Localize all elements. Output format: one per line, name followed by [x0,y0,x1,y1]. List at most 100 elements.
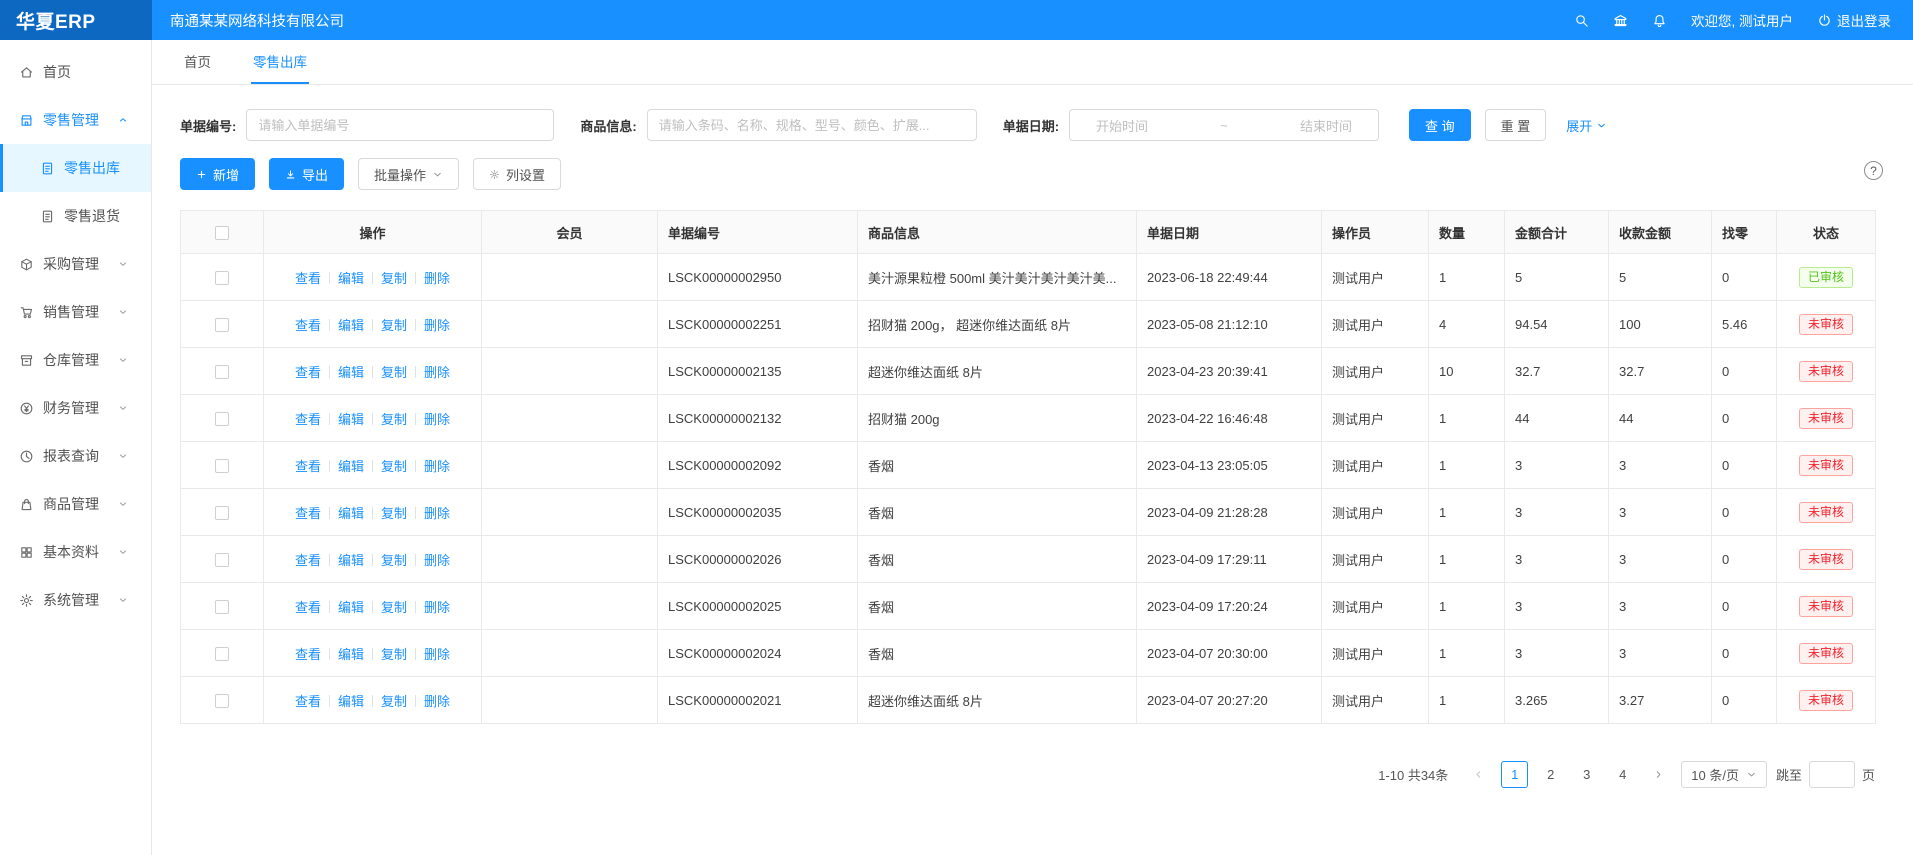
row-action-view[interactable]: 查看 [295,694,321,709]
row-checkbox[interactable] [215,553,229,567]
row-action-edit[interactable]: 编辑 [338,459,364,474]
sidebar-item-retail[interactable]: 零售管理 [0,96,151,144]
sidebar-item-report[interactable]: 报表查询 [0,432,151,480]
action-separator [329,554,330,566]
row-action-view[interactable]: 查看 [295,412,321,427]
sidebar-item-sales[interactable]: 销售管理 [0,288,151,336]
action-separator [372,460,373,472]
batch-actions-button[interactable]: 批量操作 [358,158,459,190]
row-checkbox[interactable] [215,459,229,473]
action-separator [415,366,416,378]
row-action-copy[interactable]: 复制 [381,506,407,521]
row-checkbox[interactable] [215,694,229,708]
tab-home[interactable]: 首页 [182,40,213,84]
export-button[interactable]: 导出 [269,158,344,190]
row-action-view[interactable]: 查看 [295,271,321,286]
row-checkbox[interactable] [215,318,229,332]
date-range-picker[interactable]: 开始时间 ~ 结束时间 [1069,109,1379,141]
row-action-copy[interactable]: 复制 [381,412,407,427]
sidebar-item-goods[interactable]: 商品管理 [0,480,151,528]
cell-date: 2023-04-09 17:20:24 [1137,583,1322,630]
page-button-2[interactable]: 2 [1537,761,1564,788]
row-action-copy[interactable]: 复制 [381,600,407,615]
page-button-1[interactable]: 1 [1501,761,1528,788]
help-icon[interactable]: ? [1864,161,1883,180]
row-action-copy[interactable]: 复制 [381,318,407,333]
prev-page-button[interactable] [1465,761,1492,788]
row-action-delete[interactable]: 删除 [424,271,450,286]
bank-icon[interactable] [1613,13,1628,28]
column-header: 收款金额 [1609,211,1712,254]
column-header: 操作员 [1322,211,1429,254]
logout-button[interactable]: 退出登录 [1817,10,1891,30]
row-action-edit[interactable]: 编辑 [338,506,364,521]
warehouse-icon [19,353,34,368]
row-action-delete[interactable]: 删除 [424,459,450,474]
page-size-select[interactable]: 10 条/页 [1681,761,1767,788]
reset-button[interactable]: 重 置 [1485,109,1547,141]
row-action-copy[interactable]: 复制 [381,271,407,286]
welcome-user[interactable]: 欢迎您, 测试用户 [1691,10,1793,30]
row-action-edit[interactable]: 编辑 [338,600,364,615]
sidebar-item-basic[interactable]: 基本资料 [0,528,151,576]
sidebar-item-warehouse[interactable]: 仓库管理 [0,336,151,384]
row-checkbox[interactable] [215,506,229,520]
sidebar-item-home[interactable]: 首页 [0,48,151,96]
row-action-view[interactable]: 查看 [295,553,321,568]
row-checkbox[interactable] [215,365,229,379]
add-button[interactable]: 新增 [180,158,255,190]
sidebar-item-retail-return[interactable]: 零售退货 [0,192,151,240]
row-checkbox[interactable] [215,412,229,426]
row-action-delete[interactable]: 删除 [424,412,450,427]
row-action-copy[interactable]: 复制 [381,694,407,709]
row-action-edit[interactable]: 编辑 [338,271,364,286]
search-button[interactable]: 查 询 [1409,109,1471,141]
row-checkbox[interactable] [215,600,229,614]
row-action-copy[interactable]: 复制 [381,553,407,568]
sidebar-item-retail-outbound[interactable]: 零售出库 [0,144,151,192]
row-action-edit[interactable]: 编辑 [338,412,364,427]
action-separator [372,413,373,425]
row-action-delete[interactable]: 删除 [424,318,450,333]
row-action-view[interactable]: 查看 [295,506,321,521]
next-page-button[interactable] [1645,761,1672,788]
cell-date: 2023-04-09 17:29:11 [1137,536,1322,583]
row-checkbox[interactable] [215,647,229,661]
row-action-delete[interactable]: 删除 [424,600,450,615]
sidebar-item-finance[interactable]: 财务管理 [0,384,151,432]
row-action-delete[interactable]: 删除 [424,365,450,380]
search-icon[interactable] [1574,13,1589,28]
sidebar-item-purchase[interactable]: 采购管理 [0,240,151,288]
action-separator [415,695,416,707]
row-action-delete[interactable]: 删除 [424,506,450,521]
row-checkbox[interactable] [215,271,229,285]
jump-page-input[interactable] [1809,761,1855,788]
row-action-view[interactable]: 查看 [295,365,321,380]
row-action-edit[interactable]: 编辑 [338,318,364,333]
page-button-3[interactable]: 3 [1573,761,1600,788]
row-action-edit[interactable]: 编辑 [338,694,364,709]
row-action-delete[interactable]: 删除 [424,553,450,568]
sidebar-item-system[interactable]: 系统管理 [0,576,151,624]
doc-no-input[interactable] [246,109,554,141]
bell-icon[interactable] [1652,13,1667,28]
select-all-checkbox[interactable] [215,226,229,240]
row-action-copy[interactable]: 复制 [381,647,407,662]
row-action-edit[interactable]: 编辑 [338,647,364,662]
row-action-view[interactable]: 查看 [295,647,321,662]
row-action-edit[interactable]: 编辑 [338,365,364,380]
column-settings-button[interactable]: 列设置 [473,158,561,190]
row-action-copy[interactable]: 复制 [381,459,407,474]
row-action-delete[interactable]: 删除 [424,647,450,662]
row-action-delete[interactable]: 删除 [424,694,450,709]
header-actions: 欢迎您, 测试用户 退出登录 [1574,10,1913,30]
row-action-copy[interactable]: 复制 [381,365,407,380]
row-action-view[interactable]: 查看 [295,600,321,615]
page-button-4[interactable]: 4 [1609,761,1636,788]
row-action-view[interactable]: 查看 [295,459,321,474]
row-action-view[interactable]: 查看 [295,318,321,333]
tab-retail-outbound[interactable]: 零售出库 [251,40,309,84]
expand-filters-link[interactable]: 展开 [1566,116,1607,135]
row-action-edit[interactable]: 编辑 [338,553,364,568]
goods-info-input[interactable] [647,109,977,141]
